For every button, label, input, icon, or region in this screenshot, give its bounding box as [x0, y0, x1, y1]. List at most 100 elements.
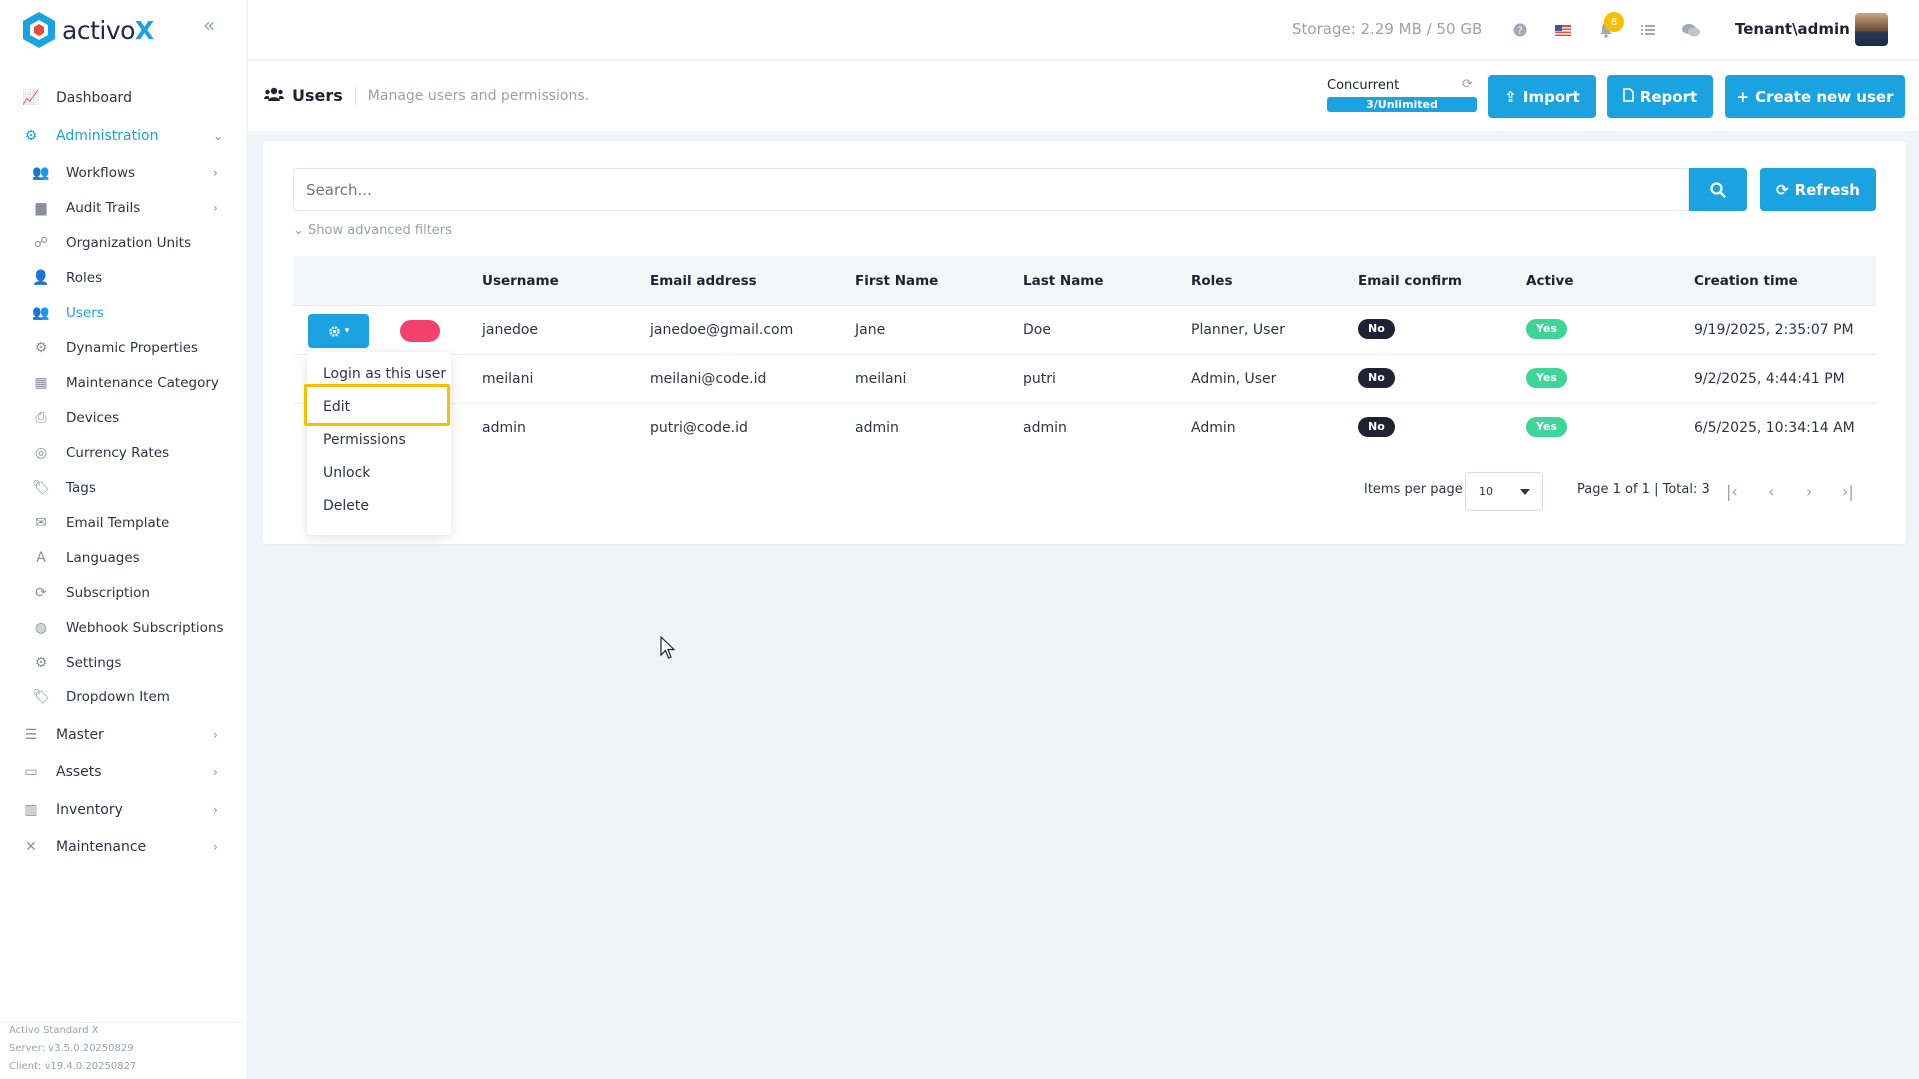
column-header-first-name[interactable]: First Name [855, 273, 938, 289]
gear-icon [329, 325, 340, 337]
items-per-page-value: 10 [1479, 485, 1493, 498]
email-confirm-badge: No [1358, 368, 1395, 388]
email-confirm-badge: No [1358, 417, 1395, 437]
menu-item-permissions[interactable]: Permissions [323, 432, 406, 448]
cell-first-name: meilani [855, 371, 907, 387]
row-actions-button[interactable]: ▾ [308, 314, 369, 348]
status-toggle[interactable] [400, 320, 440, 342]
sidebar-item-label: Users [66, 305, 104, 321]
current-user-name[interactable]: Tenant\admin [1735, 20, 1850, 38]
task-list-icon[interactable] [1638, 20, 1658, 40]
column-header-roles[interactable]: Roles [1191, 273, 1233, 289]
collapse-sidebar-icon[interactable]: « [203, 15, 223, 36]
import-button-label: Import [1522, 87, 1580, 106]
sidebar-item-devices[interactable]: ⎙ Devices [0, 401, 248, 435]
help-icon[interactable]: ? [1510, 20, 1530, 40]
edit-highlight-frame [304, 384, 450, 426]
sidebar-item-assets[interactable]: ▭ Assets › [0, 755, 248, 789]
page-title-group: Users Manage users and permissions. [264, 86, 589, 105]
column-header-email[interactable]: Email address [650, 273, 757, 289]
sidebar-item-master[interactable]: ☰ Master › [0, 718, 248, 752]
sidebar-item-subscription[interactable]: ⟳ Subscription [0, 576, 248, 610]
users-icon: 👥 [32, 165, 50, 181]
refresh-icon: ⟳ [1775, 180, 1789, 199]
cell-roles: Planner, User [1191, 322, 1285, 338]
coins-icon: ◎ [34, 445, 48, 461]
sidebar-item-email-template[interactable]: ✉ Email Template [0, 506, 248, 540]
last-page-icon[interactable]: ›| [1842, 482, 1854, 501]
sidebar-item-label: Settings [66, 655, 122, 671]
brand-name: activoX [62, 15, 154, 45]
menu-item-login-as-user[interactable]: Login as this user [323, 366, 446, 382]
sidebar-item-dropdown-item[interactable]: 🏷 Dropdown Item [0, 680, 248, 714]
page-subheader: Users Manage users and permissions. Conc… [248, 61, 1919, 131]
first-page-icon[interactable]: |‹ [1726, 482, 1738, 501]
next-page-icon[interactable]: › [1806, 482, 1812, 501]
sidebar-item-settings[interactable]: ⚙ Settings [0, 646, 248, 680]
storage-usage: Storage: 2.29 MB / 50 GB [1292, 20, 1483, 38]
column-header-email-confirm[interactable]: Email confirm [1358, 273, 1462, 289]
version-info: Activo Standard X Server: v3.5.0.2025082… [9, 1022, 136, 1076]
sidebar-item-maintenance[interactable]: ✕ Maintenance › [0, 830, 248, 864]
import-button[interactable]: ⇪ Import [1488, 75, 1596, 118]
plus-icon: + [1736, 87, 1750, 106]
database-icon: ☰ [24, 727, 38, 743]
column-header-last-name[interactable]: Last Name [1023, 273, 1104, 289]
gear-icon: ⚙ [34, 340, 48, 356]
sidebar-item-currency-rates[interactable]: ◎ Currency Rates [0, 436, 248, 470]
notification-count-badge: 8 [1604, 12, 1624, 32]
sidebar-item-label: Languages [66, 550, 140, 566]
cell-creation-time: 6/5/2025, 10:34:14 AM [1694, 420, 1855, 436]
cell-email: meilani@code.id [650, 371, 767, 387]
brand-logo[interactable]: activoX [22, 10, 154, 50]
items-per-page-label: Items per page [1364, 482, 1463, 497]
sidebar-item-users[interactable]: 👥 Users [0, 296, 248, 330]
sidebar-item-organization-units[interactable]: ☍ Organization Units [0, 226, 248, 260]
sidebar-item-tags[interactable]: 🏷 Tags [0, 471, 248, 505]
menu-item-delete[interactable]: Delete [323, 498, 369, 514]
sidebar-item-audit-trails[interactable]: ▆ Audit Trails › [0, 191, 248, 225]
sync-icon[interactable]: ⟳ [1462, 77, 1473, 92]
menu-item-unlock[interactable]: Unlock [323, 465, 370, 481]
show-advanced-filters-link[interactable]: ⌄ Show advanced filters [293, 223, 452, 238]
flag-us-icon[interactable] [1553, 20, 1573, 40]
cogs-icon: ⚙ [24, 128, 38, 144]
sidebar-item-administration[interactable]: ⚙ Administration ⌄ [0, 119, 248, 153]
sidebar-item-label: Email Template [66, 515, 170, 531]
report-button[interactable]: Report [1607, 75, 1713, 118]
active-badge: Yes [1526, 368, 1567, 388]
sidebar-item-languages[interactable]: A Languages [0, 541, 248, 575]
cell-roles: Admin, User [1191, 371, 1277, 387]
sidebar-item-inventory[interactable]: ▥ Inventory › [0, 793, 248, 827]
sidebar-item-dynamic-properties[interactable]: ⚙ Dynamic Properties [0, 331, 248, 365]
search-input[interactable] [293, 168, 1689, 211]
cell-last-name: Doe [1023, 322, 1051, 338]
file-icon [1623, 87, 1634, 106]
chevron-down-icon: ⌄ [293, 223, 304, 238]
chevron-right-icon: › [213, 728, 218, 742]
sidebar-item-webhook-subscriptions[interactable]: ◍ Webhook Subscriptions [0, 611, 248, 645]
hexagon-logo-icon [23, 12, 55, 48]
sidebar-item-label: Assets [56, 764, 102, 780]
sidebar-item-roles[interactable]: 👤 Roles [0, 261, 248, 295]
sidebar-item-label: Maintenance [56, 839, 147, 855]
sidebar-item-workflows[interactable]: 👥 Workflows › [0, 156, 248, 190]
sidebar-item-dashboard[interactable]: 📈 Dashboard [0, 81, 248, 115]
sidebar-item-label: Dropdown Item [66, 689, 170, 705]
chat-icon[interactable] [1681, 20, 1701, 40]
sidebar-item-maintenance-category[interactable]: ▦ Maintenance Category [0, 366, 248, 400]
user-avatar[interactable] [1855, 13, 1888, 46]
column-header-username[interactable]: Username [482, 273, 559, 289]
column-header-active[interactable]: Active [1526, 273, 1574, 289]
report-button-label: Report [1639, 87, 1698, 106]
refresh-button[interactable]: ⟳ Refresh [1760, 168, 1876, 211]
column-header-creation-time[interactable]: Creation time [1694, 273, 1798, 289]
cell-last-name: putri [1023, 371, 1056, 387]
search-button[interactable] [1689, 168, 1747, 211]
title-separator [354, 86, 356, 105]
page-description: Manage users and permissions. [367, 87, 590, 104]
items-per-page-select[interactable]: 10 [1465, 472, 1543, 511]
previous-page-icon[interactable]: ‹ [1768, 482, 1774, 501]
pagination-summary: Page 1 of 1 | Total: 3 [1577, 482, 1710, 497]
create-new-user-button[interactable]: + Create new user [1725, 75, 1905, 118]
